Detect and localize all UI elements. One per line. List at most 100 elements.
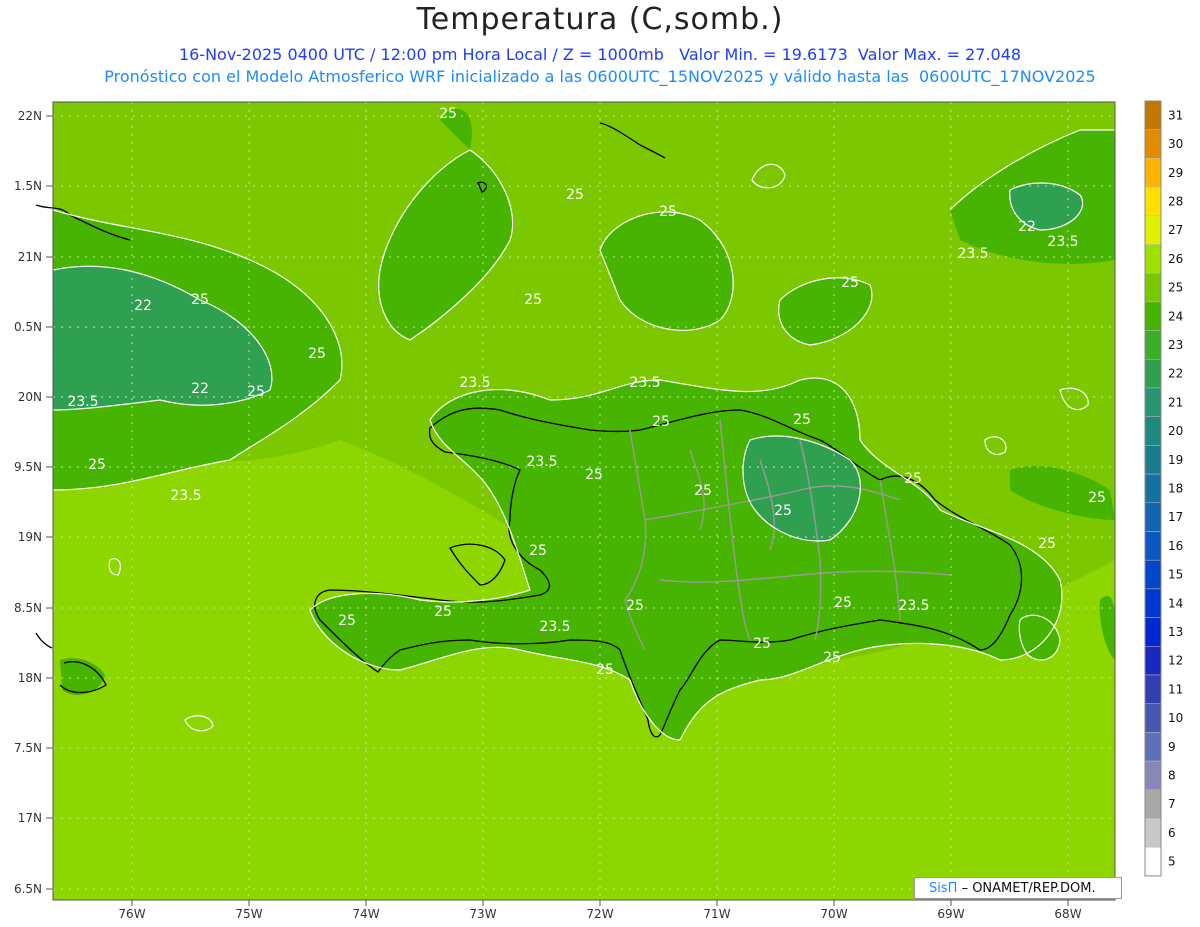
contour-label: 23.5	[526, 454, 557, 470]
latitude-axis: 22N 1.5N 21N 0.5N 20N 9.5N 19N 8.5N 18N 7.5N 17N 6.…	[14, 109, 53, 896]
colorbar-label: 6	[1168, 826, 1176, 840]
lat-tick-label: 7.5N	[14, 741, 42, 755]
contour-label: 22	[1018, 219, 1036, 235]
contour-label: 25	[659, 204, 677, 220]
colorbar-label: 28	[1168, 194, 1183, 208]
colorbar-label: 17	[1168, 510, 1183, 524]
contour-label: 25	[904, 471, 922, 487]
colorbar-swatch	[1144, 588, 1162, 618]
colorbar-swatch	[1144, 158, 1162, 188]
colorbar-label: 30	[1168, 137, 1183, 151]
colorbar-swatch	[1144, 100, 1162, 130]
contour-label: 23.5	[539, 619, 570, 635]
colorbar-label: 16	[1168, 539, 1183, 553]
contour-label: 25	[434, 604, 452, 620]
lat-tick-label: 18N	[18, 671, 42, 685]
contour-label: 25	[88, 457, 106, 473]
colorbar-swatch	[1144, 818, 1162, 848]
colorbar-label: 24	[1168, 309, 1183, 323]
colorbar-label: 8	[1168, 768, 1176, 782]
temperature-map: 25 25 25 25 25 22 23.5 23.5 22 25 22 23.5 25 25 25 23.5…	[14, 100, 1183, 921]
colorbar-label: 29	[1168, 166, 1183, 180]
contour-label: 23.5	[170, 488, 201, 504]
colorbar-swatch	[1144, 789, 1162, 819]
contour-label: 23.5	[898, 598, 929, 614]
contour-label: 25	[774, 503, 792, 519]
contour-label: 25	[529, 543, 547, 559]
colorbar-label: 14	[1168, 596, 1183, 610]
colorbar-label: 15	[1168, 568, 1183, 582]
sispi-logo: SisΠ	[929, 881, 958, 896]
colorbar-label: 25	[1168, 281, 1183, 295]
lat-tick-label: 19N	[18, 530, 42, 544]
colorbar-swatch	[1144, 445, 1162, 475]
colorbar-label: 19	[1168, 453, 1183, 467]
contour-label: 25	[626, 598, 644, 614]
contour-label: 25	[439, 106, 457, 122]
lon-tick-label: 75W	[235, 907, 262, 921]
lon-tick-label: 73W	[469, 907, 496, 921]
contour-label: 23.5	[957, 246, 988, 262]
colorbar-swatch	[1144, 674, 1162, 704]
contour-label: 25	[596, 662, 614, 678]
contour-label: 25	[652, 414, 670, 430]
contour-label: 25	[694, 483, 712, 499]
lat-tick-label: 9.5N	[14, 460, 42, 474]
colorbar-label: 26	[1168, 252, 1183, 266]
contour-label: 25	[823, 650, 841, 666]
colorbar-label: 11	[1168, 682, 1183, 696]
colorbar-label: 9	[1168, 740, 1176, 754]
colorbar-swatch	[1144, 502, 1162, 532]
contour-label: 22	[134, 298, 152, 314]
colorbar: 31 30 29 28 27 26 25 24 23 22 21 20 19 18 17 16 15 14 13 12…	[1144, 100, 1183, 877]
contour-label: 25	[841, 275, 859, 291]
colorbar-swatch	[1144, 272, 1162, 303]
colorbar-label: 7	[1168, 797, 1176, 811]
contour-label: 25	[191, 292, 209, 308]
contour-label: 25	[247, 384, 265, 400]
lat-tick-label: 22N	[18, 109, 42, 123]
colorbar-swatch	[1144, 416, 1162, 446]
contour-label: 25	[566, 187, 584, 203]
colorbar-label: 12	[1168, 654, 1183, 668]
colorbar-swatch	[1144, 732, 1162, 762]
colorbar-swatch	[1144, 473, 1162, 504]
colorbar-label: 20	[1168, 424, 1183, 438]
lon-tick-label: 68W	[1054, 907, 1081, 921]
contour-label: 25	[834, 595, 852, 611]
colorbar-swatch	[1144, 301, 1162, 331]
colorbar-swatch	[1144, 387, 1162, 417]
colorbar-swatch	[1144, 703, 1162, 733]
lon-tick-label: 69W	[937, 907, 964, 921]
contour-label: 23.5	[629, 375, 660, 391]
longitude-axis: 76W 75W 74W 73W 72W 71W 70W 69W 68W	[118, 900, 1082, 921]
contour-label: 25	[524, 292, 542, 308]
lat-tick-label: 0.5N	[14, 320, 42, 334]
onamet-label: – ONAMET/REP.DOM.	[961, 881, 1096, 896]
colorbar-label: 22	[1168, 367, 1183, 381]
lat-tick-label: 1.5N	[14, 179, 42, 193]
credit-box: SisΠ – ONAMET/REP.DOM.	[914, 877, 1122, 899]
colorbar-label: 10	[1168, 711, 1183, 725]
colorbar-label: 5	[1168, 855, 1176, 869]
contour-label: 25	[793, 412, 811, 428]
colorbar-swatch	[1144, 846, 1162, 877]
lat-tick-label: 17N	[18, 811, 42, 825]
colorbar-label: 23	[1168, 338, 1183, 352]
colorbar-label: 13	[1168, 625, 1183, 639]
lon-tick-label: 72W	[586, 907, 613, 921]
colorbar-swatch	[1144, 646, 1162, 676]
colorbar-swatch	[1144, 531, 1162, 561]
colorbar-label: 18	[1168, 481, 1183, 495]
contour-label: 23.5	[459, 375, 490, 391]
colorbar-swatch	[1144, 330, 1162, 360]
contour-label: 25	[308, 346, 326, 362]
lon-tick-label: 70W	[820, 907, 847, 921]
colorbar-label: 31	[1168, 108, 1183, 122]
colorbar-swatch	[1144, 760, 1162, 791]
lat-tick-label: 8.5N	[14, 601, 42, 615]
colorbar-swatch	[1144, 186, 1162, 217]
colorbar-label: 27	[1168, 223, 1183, 237]
colorbar-swatch	[1144, 244, 1162, 274]
lon-tick-label: 74W	[352, 907, 379, 921]
